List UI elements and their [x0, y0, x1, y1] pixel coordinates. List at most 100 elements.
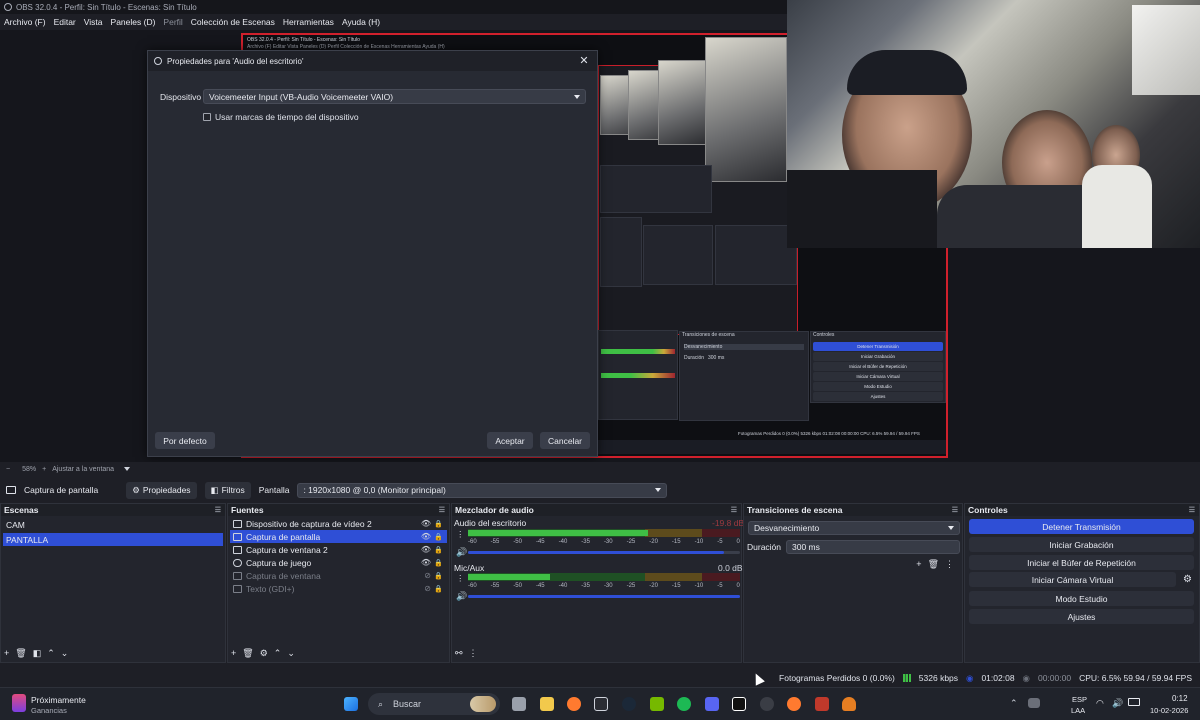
move-up-icon[interactable]: ⌃ [47, 648, 55, 659]
menu-ayuda[interactable]: Ayuda (H) [342, 17, 380, 27]
source-item[interactable]: Captura de ventana ⊘ 🔒 [230, 569, 447, 582]
epic-games-icon[interactable] [594, 697, 608, 711]
nvidia-icon[interactable] [650, 697, 664, 711]
eye-icon[interactable]: 👁 [421, 532, 431, 541]
wifi-icon[interactable]: ◠ [1096, 698, 1104, 709]
firefox-alt-icon[interactable] [787, 697, 801, 711]
start-replay-buffer-button[interactable]: Iniciar el Búfer de Repetición [969, 555, 1194, 570]
capcut-icon[interactable] [732, 697, 746, 711]
timestamp-option[interactable]: Usar marcas de tiempo del dispositivo [203, 112, 359, 122]
more-options-icon[interactable]: ⋮ [469, 648, 478, 659]
battery-icon[interactable] [1128, 698, 1140, 706]
menu-perfil[interactable]: Perfil [163, 17, 182, 27]
tray-app-icon[interactable] [1028, 698, 1040, 708]
lock-icon[interactable]: 🔒 [434, 559, 443, 567]
steam-icon[interactable] [622, 697, 636, 711]
move-down-icon[interactable]: ⌄ [287, 648, 295, 659]
eye-off-icon[interactable]: ⊘ [424, 571, 431, 580]
speaker-icon[interactable]: 🔊 [456, 547, 467, 558]
more-options-icon[interactable]: ⋮ [456, 529, 465, 540]
duration-input[interactable]: 300 ms [786, 540, 960, 554]
start-virtual-camera-button[interactable]: Iniciar Cámara Virtual [969, 572, 1176, 587]
eye-icon[interactable]: 👁 [421, 545, 431, 554]
menu-herramientas[interactable]: Herramientas [283, 17, 334, 27]
source-item[interactable]: Dispositivo de captura de vídeo 2 👁 🔒 [230, 517, 447, 530]
scene-item-cam[interactable]: CAM [3, 518, 223, 531]
chevron-down-icon[interactable] [124, 467, 131, 471]
clock-date[interactable]: 10-02-2026 [1150, 706, 1188, 715]
clock-time[interactable]: 0:12 [1172, 694, 1188, 703]
volume-slider-mic[interactable] [468, 595, 740, 598]
more-options-icon[interactable]: ⋮ [456, 573, 465, 584]
lang-bottom[interactable]: LAA [1071, 706, 1085, 715]
source-settings-icon[interactable]: ⚙ [260, 648, 268, 659]
add-source-icon[interactable]: + [231, 648, 236, 659]
transition-select[interactable]: Desvanecimiento [748, 521, 960, 535]
properties-button[interactable]: ⚙ Propiedades [126, 481, 197, 499]
fit-window-label[interactable]: Ajustar a la ventana [52, 466, 114, 473]
more-options-icon[interactable]: ⋮ [945, 559, 954, 570]
eye-icon[interactable]: 👁 [421, 519, 431, 528]
speaker-icon[interactable]: 🔊 [456, 591, 467, 602]
mixer-link-icon[interactable]: ⚯ [455, 648, 463, 659]
lang-top[interactable]: ESP [1072, 695, 1087, 704]
file-explorer-icon[interactable] [540, 697, 554, 711]
move-down-icon[interactable]: ⌄ [61, 648, 69, 659]
timestamp-checkbox[interactable] [203, 113, 211, 121]
remove-scene-icon[interactable]: 🗑 [15, 648, 26, 659]
stop-stream-button[interactable]: Detener Transmisión [969, 519, 1194, 534]
winrar-icon[interactable] [815, 697, 829, 711]
gear-icon[interactable]: ⚙ [1183, 574, 1192, 585]
close-icon[interactable]: ✕ [577, 54, 591, 68]
filters-button[interactable]: ◧ Filtros [204, 481, 251, 499]
dock-menu-icon[interactable]: ☰ [952, 506, 958, 514]
lock-icon[interactable]: 🔒 [434, 572, 443, 580]
lock-icon[interactable]: 🔒 [434, 533, 443, 541]
dock-menu-icon[interactable]: ☰ [215, 506, 221, 514]
source-item[interactable]: Texto (GDI+) ⊘ 🔒 [230, 582, 447, 595]
lock-icon[interactable]: 🔒 [434, 585, 443, 593]
dock-menu-icon[interactable]: ☰ [439, 506, 445, 514]
discord-icon[interactable] [705, 697, 719, 711]
remove-source-icon[interactable]: 🗑 [242, 648, 253, 659]
zoom-out-button[interactable]: − [6, 466, 10, 473]
menu-archivo[interactable]: Archivo (F) [4, 17, 46, 27]
windows-start-icon[interactable] [344, 697, 358, 711]
lock-icon[interactable]: 🔒 [434, 520, 443, 528]
zoom-in-button[interactable]: + [42, 466, 46, 473]
obs-taskbar-icon[interactable] [760, 697, 774, 711]
menu-paneles[interactable]: Paneles (D) [111, 17, 156, 27]
eye-icon[interactable]: 👁 [421, 558, 431, 567]
accept-button[interactable]: Aceptar [487, 432, 533, 449]
task-view-icon[interactable] [512, 697, 526, 711]
dock-menu-icon[interactable]: ☰ [731, 506, 737, 514]
volume-icon[interactable]: 🔊 [1112, 698, 1123, 709]
add-transition-icon[interactable]: + [916, 559, 921, 570]
eye-off-icon[interactable]: ⊘ [424, 584, 431, 593]
remove-transition-icon[interactable]: 🗑 [928, 559, 939, 570]
start-recording-button[interactable]: Iniciar Grabación [969, 537, 1194, 552]
dock-menu-icon[interactable]: ☰ [1189, 506, 1195, 514]
source-item[interactable]: Captura de pantalla 👁 🔒 [230, 530, 447, 543]
widgets-icon[interactable] [12, 694, 26, 712]
source-item[interactable]: Captura de juego 👁 🔒 [230, 556, 447, 569]
studio-mode-button[interactable]: Modo Estudio [969, 591, 1194, 606]
widget-title[interactable]: Próximamente [31, 695, 86, 705]
firefox-icon[interactable] [567, 697, 581, 711]
scene-filters-icon[interactable]: ◧ [33, 648, 42, 659]
app-icon[interactable] [842, 697, 856, 711]
volume-slider-desktop[interactable] [468, 551, 740, 554]
defaults-button[interactable]: Por defecto [155, 432, 215, 449]
menu-editar[interactable]: Editar [54, 17, 76, 27]
settings-button[interactable]: Ajustes [969, 609, 1194, 624]
add-scene-icon[interactable]: + [4, 648, 9, 659]
source-item[interactable]: Captura de ventana 2 👁 🔒 [230, 543, 447, 556]
move-up-icon[interactable]: ⌃ [274, 648, 282, 659]
cancel-button[interactable]: Cancelar [540, 432, 590, 449]
device-select[interactable]: Voicemeeter Input (VB-Audio Voicemeeter … [203, 89, 586, 104]
menu-vista[interactable]: Vista [84, 17, 103, 27]
screen-select[interactable]: : 1920x1080 @ 0,0 (Monitor principal) [297, 482, 668, 498]
lock-icon[interactable]: 🔒 [434, 546, 443, 554]
chevron-up-icon[interactable]: ⌃ [1010, 698, 1018, 709]
spotify-icon[interactable] [677, 697, 691, 711]
